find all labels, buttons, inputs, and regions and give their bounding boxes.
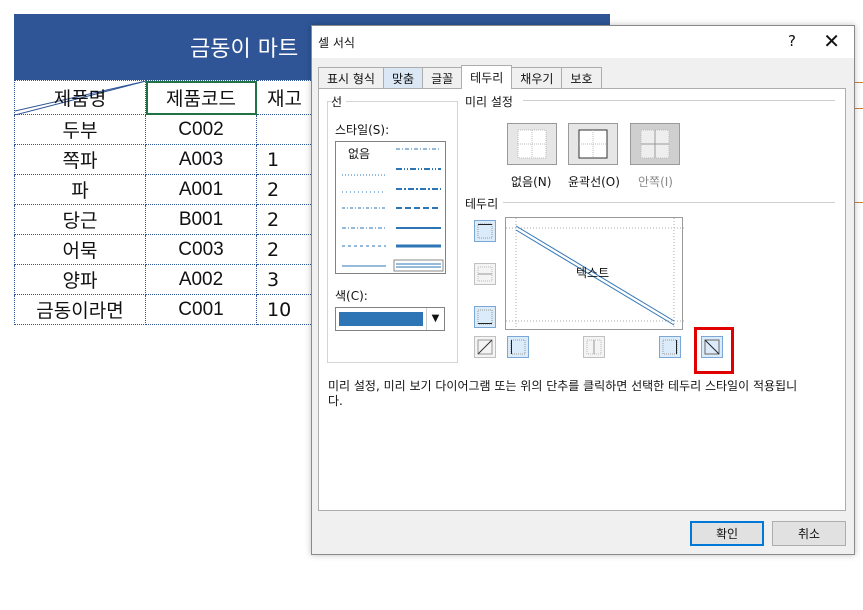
line-group-label: 선 — [331, 93, 347, 110]
preset-inside-button[interactable] — [630, 123, 680, 165]
dialog-description: 미리 설정, 미리 보기 다이어그램 또는 위의 단추를 클릭하면 선택한 테두… — [328, 379, 798, 408]
header-product-code[interactable]: 제품코드 — [145, 80, 257, 115]
cell-stock[interactable]: 3 — [256, 264, 317, 295]
cell-name[interactable]: 쪽파 — [14, 144, 146, 175]
cell-code[interactable]: B001 — [145, 204, 257, 235]
line-style-samples — [342, 148, 444, 272]
help-button[interactable]: ? — [788, 32, 796, 50]
divider — [503, 202, 835, 203]
cell-stock[interactable]: 10 — [256, 294, 317, 325]
cell-code[interactable]: C001 — [145, 294, 257, 325]
preset-outline-label: 윤곽선(O) — [568, 175, 620, 189]
border-inside-horizontal-icon — [477, 266, 493, 282]
cell-code[interactable]: A003 — [145, 144, 257, 175]
close-icon[interactable]: ✕ — [823, 29, 840, 53]
line-style-list[interactable]: 없음 — [335, 141, 446, 274]
header-product-name[interactable]: 제품명 — [14, 80, 146, 115]
style-label: 스타일(S): — [335, 121, 394, 138]
cell-stock[interactable] — [256, 114, 317, 145]
preset-outline-icon — [578, 129, 608, 159]
tab-alignment[interactable]: 맞춤 — [382, 67, 424, 88]
border-inside-horizontal-button[interactable] — [474, 263, 496, 285]
border-left-button[interactable] — [507, 336, 529, 358]
sheet-edge-mark — [855, 202, 863, 203]
dialog-title: 셀 서식 — [318, 36, 355, 50]
border-inside-vertical-button[interactable] — [583, 336, 605, 358]
table-row: 양파 A002 3 — [14, 264, 317, 295]
color-swatch — [339, 312, 423, 326]
preset-group-label: 미리 설정 — [465, 93, 517, 110]
border-top-button[interactable] — [474, 220, 496, 242]
color-label: 색(C): — [335, 287, 372, 304]
border-inside-vertical-icon — [586, 339, 602, 355]
table-row: 당근 B001 2 — [14, 204, 317, 235]
border-left-icon — [510, 339, 526, 355]
ok-button[interactable]: 확인 — [690, 521, 764, 546]
preset-none-button[interactable] — [507, 123, 557, 165]
tab-protection[interactable]: 보호 — [561, 67, 602, 88]
table-row: 두부 C002 — [14, 114, 317, 145]
preset-none-label: 없음(N) — [511, 175, 552, 189]
tab-number[interactable]: 표시 형식 — [318, 67, 384, 88]
table-row: 파 A001 2 — [14, 174, 317, 205]
table-row: 쪽파 A003 1 — [14, 144, 317, 175]
table-row: 금동이라면 C001 10 — [14, 294, 317, 325]
preset-none-icon — [517, 129, 547, 159]
border-tab-panel: 선 스타일(S): 없음 색(C): ▼ 미리 설정 없음(N) 윤곽선(O) … — [318, 88, 846, 511]
cell-stock[interactable]: 2 — [256, 174, 317, 205]
cell-name[interactable]: 어묵 — [14, 234, 146, 265]
cancel-button[interactable]: 취소 — [772, 521, 846, 546]
tab-border[interactable]: 테두리 — [461, 65, 513, 89]
sheet-title: 금동이 마트 — [190, 37, 299, 62]
preset-inside-label: 안쪽(I) — [638, 175, 673, 189]
preview-text: 텍스트 — [576, 266, 610, 280]
cell-name[interactable]: 파 — [14, 174, 146, 205]
diagonal-up-icon — [477, 339, 493, 355]
cell-name[interactable]: 금동이라면 — [14, 294, 146, 325]
cell-stock[interactable]: 1 — [256, 144, 317, 175]
table-header-row: 제품명 제품코드 재고 — [14, 80, 317, 115]
preset-outline-button[interactable] — [568, 123, 618, 165]
color-dropdown[interactable]: ▼ — [335, 307, 445, 331]
cell-stock[interactable]: 2 — [256, 234, 317, 265]
sheet-edge-mark — [855, 108, 863, 109]
border-top-icon — [477, 223, 493, 239]
header-stock[interactable]: 재고 — [256, 80, 317, 115]
chevron-down-icon[interactable]: ▼ — [426, 308, 444, 330]
product-table: 제품명 제품코드 재고 두부 C002 쪽파 A003 1 파 A001 2 당… — [14, 80, 317, 325]
dialog-titlebar[interactable]: 셀 서식 ? ✕ — [312, 26, 854, 58]
cell-name[interactable]: 당근 — [14, 204, 146, 235]
tab-font[interactable]: 글꼴 — [422, 67, 463, 88]
cell-name[interactable]: 두부 — [14, 114, 146, 145]
border-right-button[interactable] — [659, 336, 681, 358]
cell-code[interactable]: A002 — [145, 264, 257, 295]
highlight-box — [694, 327, 734, 374]
sheet-edge-mark — [855, 82, 863, 83]
border-diagonal-up-button[interactable] — [474, 336, 496, 358]
table-row: 어묵 C003 2 — [14, 234, 317, 265]
cell-code[interactable]: A001 — [145, 174, 257, 205]
dialog-tabs: 표시 형식 맞춤 글꼴 테두리 채우기 보호 — [318, 65, 602, 89]
cell-stock[interactable]: 2 — [256, 204, 317, 235]
cell-code[interactable]: C002 — [145, 114, 257, 145]
tab-fill[interactable]: 채우기 — [511, 67, 563, 88]
format-cells-dialog: 셀 서식 ? ✕ 표시 형식 맞춤 글꼴 테두리 채우기 보호 선 스타일(S)… — [311, 25, 855, 555]
cell-name[interactable]: 양파 — [14, 264, 146, 295]
divider — [523, 100, 835, 101]
border-preview[interactable]: 텍스트 — [505, 217, 684, 331]
cell-code[interactable]: C003 — [145, 234, 257, 265]
border-right-icon — [662, 339, 678, 355]
preset-inside-icon — [640, 129, 670, 159]
border-bottom-icon — [477, 309, 493, 325]
border-group-label: 테두리 — [465, 195, 503, 212]
border-bottom-button[interactable] — [474, 306, 496, 328]
